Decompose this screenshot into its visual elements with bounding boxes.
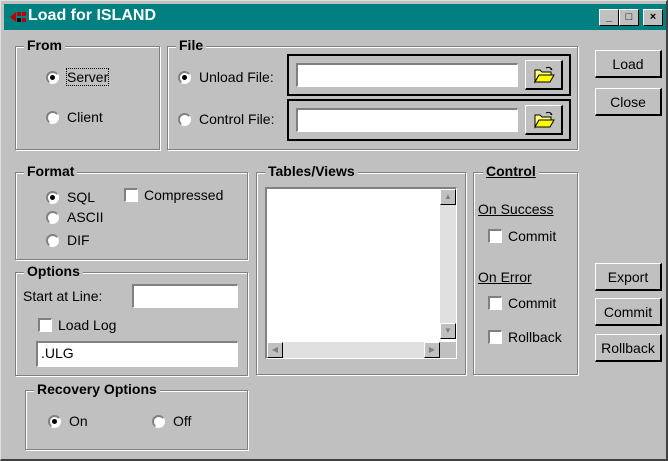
unload-file-input[interactable] <box>296 63 518 87</box>
success-commit-label: Commit <box>508 228 557 244</box>
error-rollback-checkbox[interactable]: Rollback <box>488 329 562 345</box>
control-browse-button[interactable] <box>525 105 563 135</box>
close-icon: × <box>649 11 657 23</box>
from-group: From Server Client <box>15 37 160 150</box>
error-rollback-label: Rollback <box>508 329 562 345</box>
success-commit-checkbox-box <box>488 229 502 243</box>
start-at-line-input[interactable] <box>132 284 238 308</box>
close-button[interactable]: Close <box>595 88 662 116</box>
rollback-button-label: Rollback <box>601 339 655 356</box>
success-commit-checkbox[interactable]: Commit <box>488 228 556 244</box>
scroll-right-arrow-icon[interactable]: ▶ <box>424 342 440 358</box>
options-group: Options Start at Line: Load Log .ULG <box>15 263 248 376</box>
scroll-up-arrow-icon[interactable]: ▲ <box>440 189 456 205</box>
client-label: Client <box>67 109 103 125</box>
control-file-box <box>287 99 571 141</box>
app-icon <box>10 12 26 22</box>
scrollbar-corner <box>440 342 456 358</box>
file-group-title: File <box>176 37 207 53</box>
window-title: Load for ISLAND <box>28 7 156 24</box>
tables-views-list[interactable]: ▲ ▼ ◀ ▶ <box>265 187 457 359</box>
control-file-label: Control File: <box>199 111 275 127</box>
sql-radio[interactable]: SQL <box>46 189 95 205</box>
minimize-button[interactable]: _ <box>599 9 619 26</box>
maximize-button[interactable]: □ <box>619 9 639 26</box>
start-at-line-label: Start at Line: <box>23 288 103 304</box>
load-log-checkbox-box <box>38 318 52 332</box>
load-button-label: Load <box>612 55 644 72</box>
rollback-button[interactable]: Rollback <box>595 334 662 362</box>
recovery-off-radio[interactable]: Off <box>152 413 191 429</box>
error-commit-label: Commit <box>508 295 557 311</box>
unload-file-box <box>287 54 571 96</box>
tables-views-vertical-scrollbar[interactable]: ▲ ▼ <box>440 189 456 339</box>
tables-views-horizontal-scrollbar[interactable]: ◀ ▶ <box>267 342 440 358</box>
control-group-title: Control <box>483 163 539 179</box>
title-bar[interactable]: Load for ISLAND _ □ × <box>4 4 666 30</box>
export-button[interactable]: Export <box>595 263 662 291</box>
ascii-label: ASCII <box>67 209 104 225</box>
commit-button[interactable]: Commit <box>595 298 662 326</box>
recovery-options-group-title: Recovery Options <box>34 381 160 397</box>
sql-label: SQL <box>67 189 96 205</box>
options-group-title: Options <box>24 263 83 279</box>
recovery-options-group: Recovery Options On Off <box>25 381 248 450</box>
error-commit-checkbox-box <box>488 296 502 310</box>
unload-file-radio-dot <box>178 70 191 84</box>
open-folder-icon <box>533 111 555 129</box>
from-group-title: From <box>24 37 65 53</box>
close-window-button[interactable]: × <box>643 9 663 26</box>
minimize-icon: _ <box>605 11 613 23</box>
on-error-label: On Error <box>478 269 532 285</box>
scroll-left-arrow-icon[interactable]: ◀ <box>267 342 283 358</box>
unload-file-label: Unload File: <box>199 69 274 85</box>
export-button-label: Export <box>607 268 649 285</box>
format-group-title: Format <box>24 163 78 179</box>
file-group: File Unload File: Control File: <box>167 37 578 150</box>
sql-radio-dot <box>46 190 59 204</box>
load-button[interactable]: Load <box>595 50 662 78</box>
recovery-off-radio-dot <box>152 414 165 428</box>
recovery-on-label: On <box>69 413 88 429</box>
dif-radio-dot <box>46 233 59 247</box>
open-folder-icon <box>533 66 555 84</box>
maximize-icon: □ <box>625 11 633 23</box>
unload-file-radio[interactable]: Unload File: <box>178 69 274 85</box>
control-group: Control On Success Commit On Error Commi… <box>473 163 578 375</box>
ascii-radio[interactable]: ASCII <box>46 209 104 225</box>
control-file-radio-dot <box>178 112 191 126</box>
tables-views-group-title: Tables/Views <box>265 163 358 179</box>
server-radio-dot <box>46 70 59 84</box>
ascii-radio-dot <box>46 210 59 224</box>
error-rollback-checkbox-box <box>488 330 502 344</box>
dif-label: DIF <box>67 232 90 248</box>
recovery-on-radio[interactable]: On <box>48 413 88 429</box>
close-button-label: Close <box>610 93 646 110</box>
load-log-checkbox[interactable]: Load Log <box>38 317 116 333</box>
scroll-down-arrow-icon[interactable]: ▼ <box>440 323 456 339</box>
compressed-checkbox-box <box>124 188 138 202</box>
compressed-label: Compressed <box>144 187 224 203</box>
control-file-input[interactable] <box>296 108 518 132</box>
format-group: Format SQL ASCII DIF Compressed <box>15 163 248 260</box>
server-label: Server <box>65 68 110 86</box>
load-dialog-window: Load for ISLAND _ □ × From Server Client… <box>0 0 668 461</box>
log-file-input[interactable]: .ULG <box>36 341 238 367</box>
error-commit-checkbox[interactable]: Commit <box>488 295 556 311</box>
dif-radio[interactable]: DIF <box>46 232 90 248</box>
server-radio[interactable]: Server <box>46 68 110 86</box>
recovery-off-label: Off <box>173 413 192 429</box>
on-success-label: On Success <box>478 201 554 217</box>
commit-button-label: Commit <box>603 303 653 320</box>
recovery-on-radio-dot <box>48 414 61 428</box>
unload-browse-button[interactable] <box>525 60 563 90</box>
compressed-checkbox[interactable]: Compressed <box>124 187 223 203</box>
control-file-radio[interactable]: Control File: <box>178 111 274 127</box>
client-radio-dot <box>46 110 59 124</box>
load-log-label: Load Log <box>58 317 117 333</box>
client-radio[interactable]: Client <box>46 109 103 125</box>
